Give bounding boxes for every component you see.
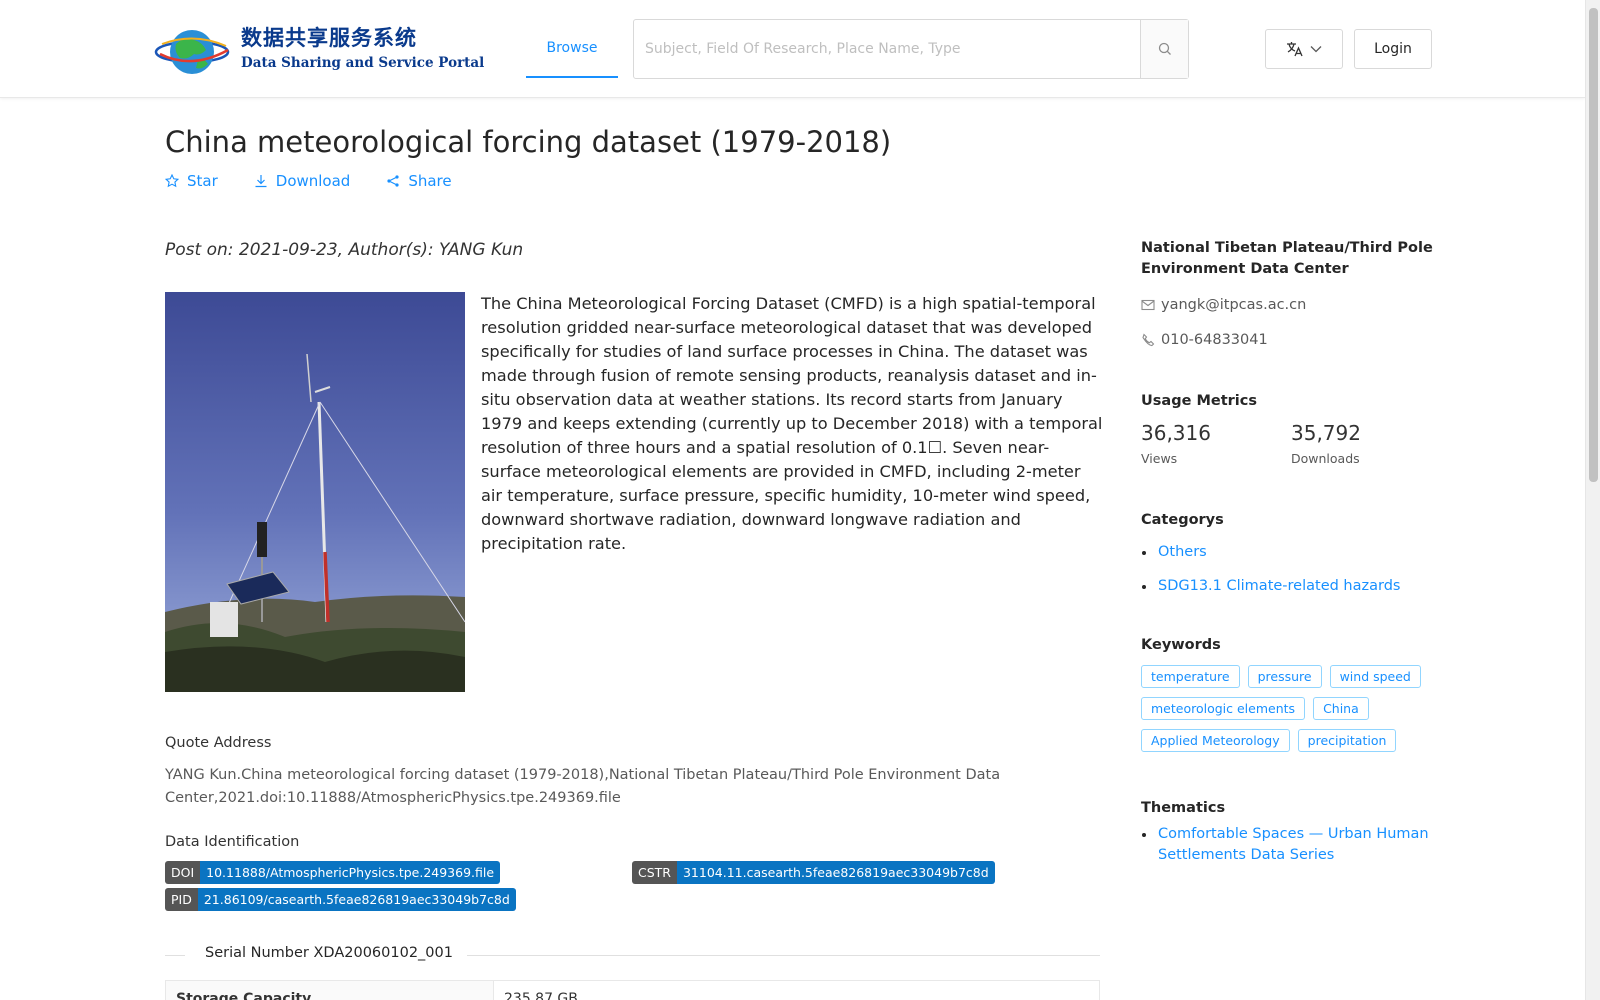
search-input[interactable] xyxy=(634,20,1140,78)
thematic-item[interactable]: Comfortable Spaces — Urban Human Settlem… xyxy=(1141,824,1441,866)
share-label: Share xyxy=(408,172,452,190)
usage-metrics-heading: Usage Metrics xyxy=(1141,393,1257,409)
translate-icon xyxy=(1287,42,1303,57)
keyword-tag[interactable]: meteorologic elements xyxy=(1141,697,1306,720)
nav-browse[interactable]: Browse xyxy=(526,0,618,78)
doi-value: 10.11888/AtmosphericPhysics.tpe.249369.f… xyxy=(200,861,501,884)
keyword-tag[interactable]: temperature xyxy=(1141,665,1240,688)
category-item[interactable]: SDG13.1 Climate-related hazards xyxy=(1141,576,1441,597)
downloads-value: 35,792 xyxy=(1291,421,1361,445)
thematic-link[interactable]: Comfortable Spaces — Urban Human Settlem… xyxy=(1158,824,1441,866)
usage-metrics: 36,316 Views 35,792 Downloads xyxy=(1141,421,1441,466)
keywords-list: temperature pressure wind speed meteorol… xyxy=(1141,665,1441,752)
scrollbar-thumb[interactable] xyxy=(1589,8,1598,482)
views-metric: 36,316 Views xyxy=(1141,421,1291,466)
download-button[interactable]: Download xyxy=(254,172,351,190)
categories-list: Others SDG13.1 Climate-related hazards xyxy=(1141,542,1441,597)
categories-heading: Categorys xyxy=(1141,512,1224,528)
views-value: 36,316 xyxy=(1141,421,1211,445)
serial-number: Serial Number XDA20060102_001 xyxy=(205,945,453,961)
keyword-tag[interactable]: China xyxy=(1313,697,1369,720)
storage-value: 235.87 GB xyxy=(504,991,578,1000)
phone-icon xyxy=(1142,333,1155,347)
data-center-name: National Tibetan Plateau/Third Pole Envi… xyxy=(1141,240,1433,277)
thematics-heading: Thematics xyxy=(1141,800,1226,816)
search-icon xyxy=(1158,42,1171,55)
star-button[interactable]: Star xyxy=(165,172,218,190)
keyword-tag[interactable]: wind speed xyxy=(1329,665,1421,688)
share-button[interactable]: Share xyxy=(386,172,452,190)
chevron-down-icon xyxy=(1310,46,1322,53)
language-selector[interactable] xyxy=(1265,29,1343,69)
search-bar xyxy=(633,19,1189,79)
logo-title-en: Data Sharing and Service Portal xyxy=(241,55,485,71)
category-item[interactable]: Others xyxy=(1141,542,1441,563)
cstr-badge[interactable]: CSTR 31104.11.casearth.5feae826819aec330… xyxy=(632,861,995,884)
star-label: Star xyxy=(187,172,218,190)
sidebar: National Tibetan Plateau/Third Pole Envi… xyxy=(1141,238,1441,866)
serial-number-divider: Serial Number XDA20060102_001 xyxy=(165,945,1100,965)
keyword-tag[interactable]: pressure xyxy=(1247,665,1322,688)
page-title: China meteorological forcing dataset (19… xyxy=(165,125,892,159)
views-label: Views xyxy=(1141,451,1178,466)
globe-logo-icon xyxy=(154,30,230,74)
cstr-key: CSTR xyxy=(632,861,677,884)
quote-address-text: YANG Kun.China meteorological forcing da… xyxy=(165,767,1001,806)
doi-badge[interactable]: DOI 10.11888/AtmosphericPhysics.tpe.2493… xyxy=(165,861,501,884)
download-label: Download xyxy=(275,172,351,190)
category-link[interactable]: SDG13.1 Climate-related hazards xyxy=(1158,576,1400,597)
keyword-tag[interactable]: Applied Meteorology xyxy=(1141,729,1290,752)
share-icon xyxy=(387,175,399,187)
top-header: 数据共享服务系统 Data Sharing and Service Portal… xyxy=(0,0,1585,98)
doi-key: DOI xyxy=(165,861,201,884)
cstr-value: 31104.11.casearth.5feae826819aec33049b7c… xyxy=(676,861,995,884)
storage-row: Storage Capacity 235.87 GB xyxy=(165,980,1100,1000)
search-button[interactable] xyxy=(1140,20,1188,78)
downloads-metric: 35,792 Downloads xyxy=(1291,421,1441,466)
dataset-abstract: The China Meteorological Forcing Dataset… xyxy=(481,294,1103,553)
pid-badge[interactable]: PID 21.86109/casearth.5feae826819aec3304… xyxy=(165,888,516,911)
page-scrollbar[interactable] xyxy=(1585,0,1600,1000)
portal-logo[interactable]: 数据共享服务系统 Data Sharing and Service Portal xyxy=(154,20,484,80)
contact-phone: 010-64833041 xyxy=(1141,332,1441,348)
data-identification-label: Data Identification xyxy=(165,834,300,850)
pid-key: PID xyxy=(165,888,198,911)
thematics-list: Comfortable Spaces — Urban Human Settlem… xyxy=(1141,824,1441,866)
login-button[interactable]: Login xyxy=(1354,29,1432,69)
logo-title-cn: 数据共享服务系统 xyxy=(241,26,417,50)
downloads-label: Downloads xyxy=(1291,451,1360,466)
post-info: Post on: 2021-09-23, Author(s): YANG Kun xyxy=(165,240,524,260)
phone-text: 010-64833041 xyxy=(1161,332,1268,348)
dataset-thumbnail xyxy=(165,292,465,692)
contact-email[interactable]: yangk@itpcas.ac.cn xyxy=(1141,297,1441,313)
storage-key: Storage Capacity xyxy=(166,981,494,1000)
pid-value: 21.86109/casearth.5feae826819aec33049b7c… xyxy=(197,888,516,911)
keywords-heading: Keywords xyxy=(1141,637,1221,653)
category-link[interactable]: Others xyxy=(1158,542,1207,563)
star-icon xyxy=(165,174,179,188)
keyword-tag[interactable]: precipitation xyxy=(1297,729,1397,752)
dataset-actions: Star Download Share xyxy=(165,172,452,190)
quote-address-label: Quote Address xyxy=(165,735,272,751)
mail-icon xyxy=(1141,299,1155,311)
download-icon xyxy=(255,175,267,188)
email-text: yangk@itpcas.ac.cn xyxy=(1161,297,1307,313)
